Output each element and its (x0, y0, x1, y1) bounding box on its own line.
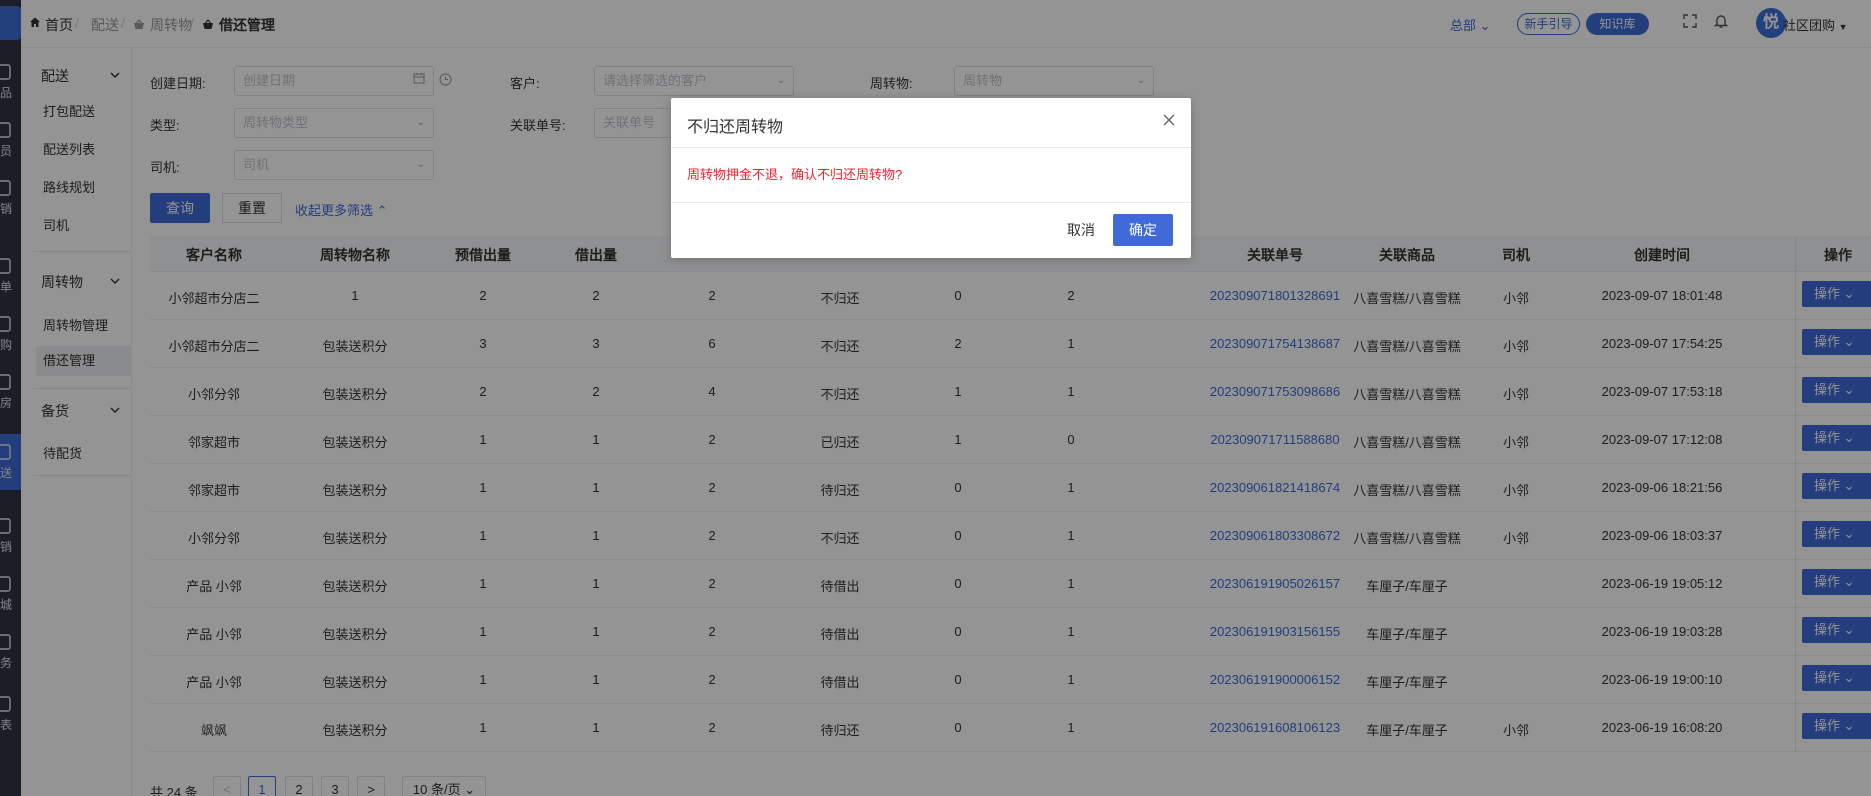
dialog-header: 不归还周转物 (671, 98, 1191, 148)
confirm-dialog: 不归还周转物 周转物押金不退，确认不归还周转物? 取消 确定 (671, 98, 1191, 258)
confirm-button[interactable]: 确定 (1113, 214, 1173, 246)
cancel-button[interactable]: 取消 (1051, 214, 1111, 246)
dialog-title: 不归还周转物 (687, 119, 784, 136)
close-icon[interactable] (1161, 112, 1179, 130)
dialog-message: 周转物押金不退，确认不归还周转物? (687, 167, 903, 182)
app-window: 品员销单购房送销城务表 配送 打包配送 配送列表 路线规划 司机 周转物 周转物管理 借还管理… (0, 0, 1871, 796)
dialog-footer: 取消 确定 (671, 202, 1191, 258)
